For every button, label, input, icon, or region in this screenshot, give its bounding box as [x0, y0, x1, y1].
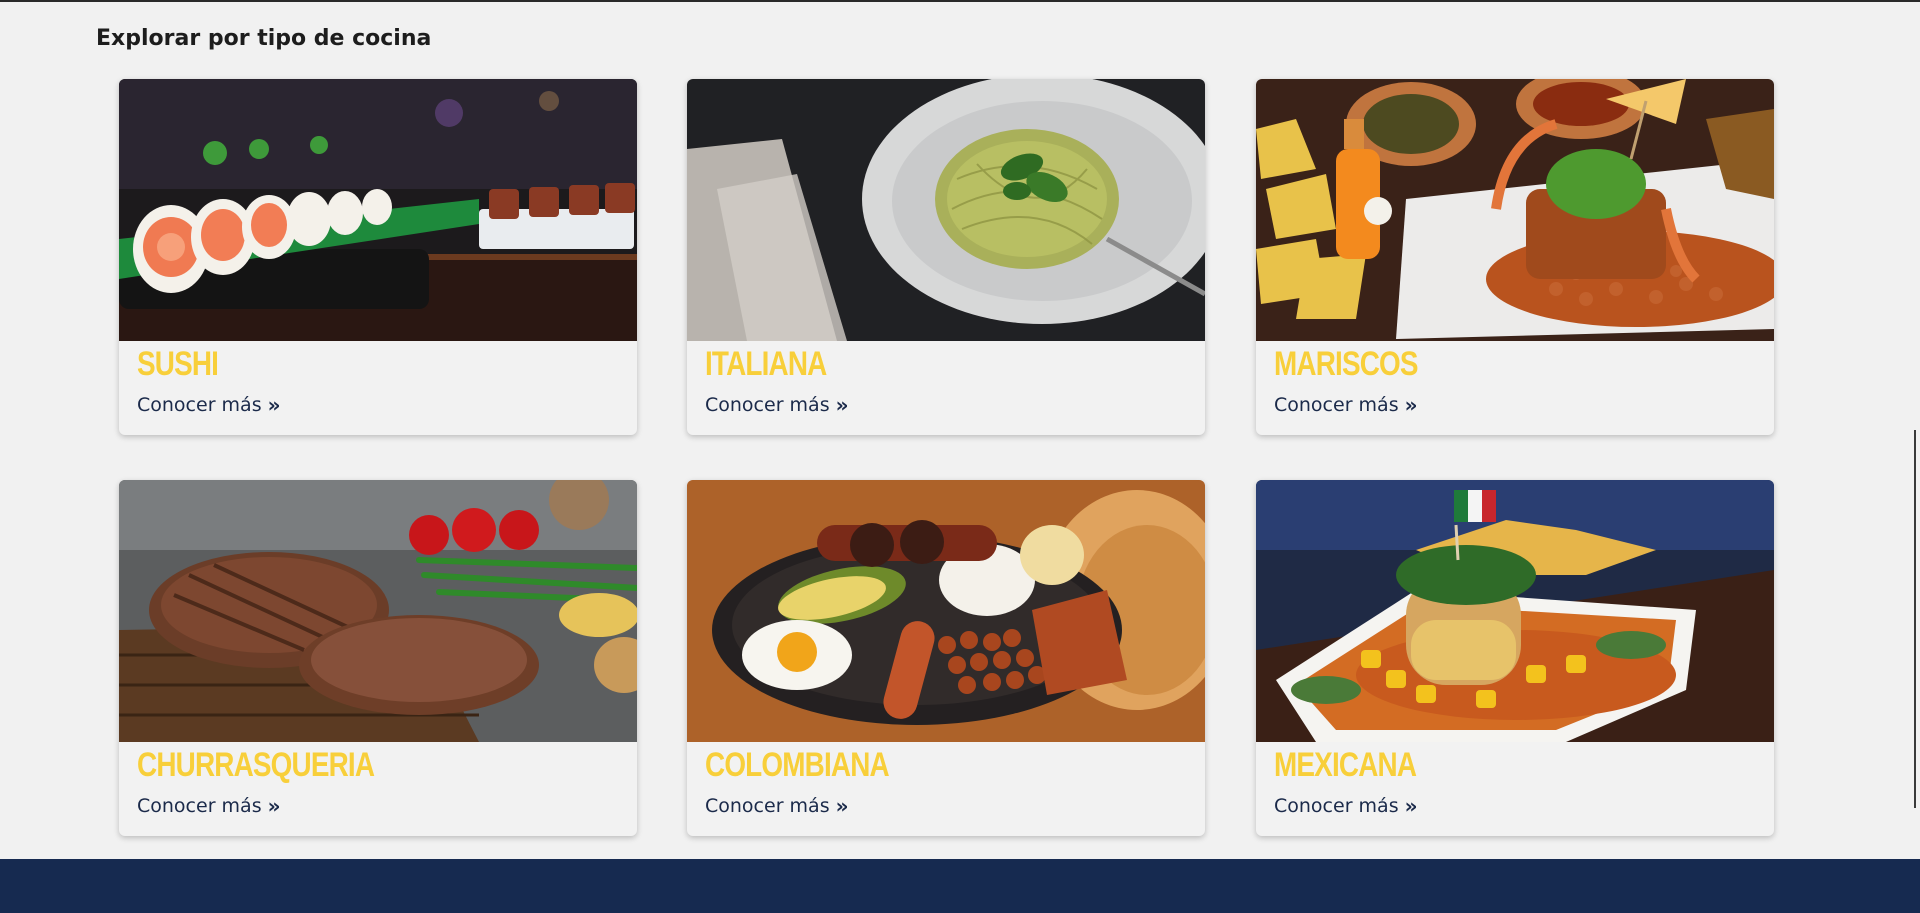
cuisine-card-churrasqueria[interactable]: CHURRASQUERIA Conocer más » [119, 480, 637, 836]
card-title: MEXICANA [1274, 746, 1417, 784]
cuisine-card-sushi[interactable]: SUSHI Conocer más » [119, 79, 637, 435]
double-chevron-right-icon: » [267, 794, 281, 818]
link-label: Conocer más [705, 795, 830, 817]
section-title: Explorar por tipo de cocina [96, 26, 432, 51]
link-label: Conocer más [137, 795, 262, 817]
link-label: Conocer más [1274, 394, 1399, 416]
colombiana-photo[interactable] [687, 480, 1205, 742]
card-title: SUSHI [137, 345, 219, 383]
top-divider [0, 0, 1920, 2]
cuisine-card-colombiana[interactable]: COLOMBIANA Conocer más » [687, 480, 1205, 836]
cuisine-card-italiana[interactable]: ITALIANA Conocer más » [687, 79, 1205, 435]
footer [0, 859, 1920, 913]
double-chevron-right-icon: » [267, 393, 281, 417]
mexicana-photo[interactable] [1256, 480, 1774, 742]
link-label: Conocer más [137, 394, 262, 416]
card-title: MARISCOS [1274, 345, 1419, 383]
card-title: CHURRASQUERIA [137, 746, 375, 784]
cuisine-card-mariscos[interactable]: MARISCOS Conocer más » [1256, 79, 1774, 435]
link-label: Conocer más [1274, 795, 1399, 817]
conocer-mas-link[interactable]: Conocer más » [1274, 794, 1418, 818]
double-chevron-right-icon: » [835, 393, 849, 417]
double-chevron-right-icon: » [1404, 393, 1418, 417]
sushi-photo[interactable] [119, 79, 637, 341]
card-title: ITALIANA [705, 345, 827, 383]
scrollbar-thumb[interactable] [1914, 430, 1916, 808]
conocer-mas-link[interactable]: Conocer más » [137, 794, 281, 818]
conocer-mas-link[interactable]: Conocer más » [705, 393, 849, 417]
churrasqueria-photo[interactable] [119, 480, 637, 742]
double-chevron-right-icon: » [835, 794, 849, 818]
cuisine-card-mexicana[interactable]: MEXICANA Conocer más » [1256, 480, 1774, 836]
double-chevron-right-icon: » [1404, 794, 1418, 818]
conocer-mas-link[interactable]: Conocer más » [137, 393, 281, 417]
italiana-photo[interactable] [687, 79, 1205, 341]
conocer-mas-link[interactable]: Conocer más » [1274, 393, 1418, 417]
mariscos-photo[interactable] [1256, 79, 1774, 341]
card-title: COLOMBIANA [705, 746, 890, 784]
link-label: Conocer más [705, 394, 830, 416]
conocer-mas-link[interactable]: Conocer más » [705, 794, 849, 818]
